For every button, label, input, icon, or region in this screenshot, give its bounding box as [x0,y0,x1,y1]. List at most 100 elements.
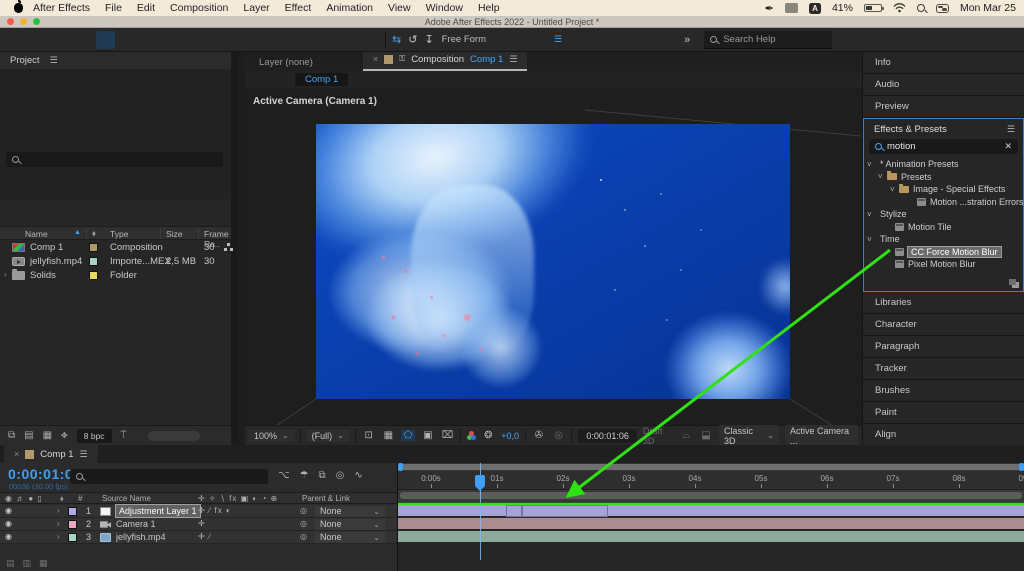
close-tab-icon[interactable]: × [14,449,19,459]
project-search-input[interactable] [24,155,217,165]
sort-arrow-icon[interactable]: ▲ [74,229,81,236]
magnification-select[interactable]: 100%⌄ [249,430,294,442]
layer-color-swatch[interactable] [68,507,77,516]
tree-caret-icon[interactable]: ˅ [867,210,876,219]
jellyfish.mp4[interactable] [398,530,1024,543]
show-snapshot-icon[interactable]: ◎ [552,430,566,441]
view-axis-mode-icon[interactable]: ↧ [424,33,433,46]
layer-viewer-tab[interactable]: Layer (none) [245,57,327,71]
disclosure-triangle-icon[interactable]: › [4,270,7,279]
effects-tree-item[interactable]: ˅ Image - Special Effects [864,183,1023,196]
label-column-icon[interactable]: ⬧ [60,494,64,504]
effect-name[interactable]: Motion ...stration Errors [930,197,1023,207]
effects-tree-item[interactable]: ˅ * Animation Presets [864,158,1023,171]
timeline-search-box[interactable] [70,469,268,484]
clear-search-icon[interactable]: ✕ [1004,141,1012,152]
layer-visibility-icon[interactable]: ◉ [5,519,12,528]
layer-disclosure-icon[interactable]: › [57,506,60,515]
rotation-tool[interactable] [162,31,181,49]
zoom-tool[interactable] [74,31,93,49]
label-color-swatch[interactable] [89,243,98,252]
parent-pickwhip-icon[interactable]: ◎ [300,519,307,528]
type-tool[interactable] [250,31,269,49]
new-folder-icon[interactable]: ▤ [24,430,33,441]
project-panel-header[interactable]: Project ☰ [0,52,231,69]
item-name[interactable]: jellyfish.mp4 [30,256,82,267]
menu-item[interactable]: Help [478,2,500,14]
layer-switches[interactable]: ✛ ∕ fx ◐ [198,506,232,515]
sidebar-panel-tab[interactable]: Audio [863,74,1024,96]
parent-pickwhip-icon[interactable]: ◎ [300,506,307,515]
interpret-footage-icon[interactable]: ⧉ [8,430,15,441]
project-search-box[interactable] [6,152,223,167]
show-channel-icon[interactable] [467,431,475,440]
menu-item[interactable]: Composition [170,2,228,14]
draft-3d-toggle[interactable]: Draft 3D [643,426,674,446]
switches-column-icons[interactable]: ✛ ✧ ∖ fx ▣ ◐ ◔ ⊕ [198,494,278,503]
sidebar-panel-tab[interactable]: Libraries [863,292,1024,314]
Adjustment Layer 1[interactable] [398,504,1024,517]
tree-caret-icon[interactable]: ˅ [867,235,876,244]
work-area-bar[interactable] [398,490,1024,502]
menu-item[interactable]: Effect [285,2,312,14]
Camera 1[interactable] [398,517,1024,530]
effects-tree-item[interactable]: ˅ Time [864,233,1023,246]
column-parent-link[interactable]: Parent & Link [302,494,350,503]
effect-name[interactable]: CC Force Motion Blur [908,247,1001,257]
av-features-icons[interactable]: ◉ ♬ ● ▯ [5,494,43,503]
more-workspaces-chevron[interactable]: » [684,34,690,46]
eraser-tool[interactable] [316,31,335,49]
choose-grid-guides-icon[interactable]: ⊡ [362,430,376,441]
frame-blending-icon[interactable]: ⧉ [319,470,326,481]
layer-disclosure-icon[interactable]: › [57,519,60,528]
tree-caret-icon[interactable]: ˅ [867,160,876,169]
exposure-value[interactable]: +0,0 [501,431,519,441]
menu-item[interactable]: Edit [137,2,155,14]
wifi-icon[interactable] [893,3,906,13]
help-search-box[interactable] [704,31,832,49]
control-center-icon[interactable] [936,4,949,13]
playhead-handle[interactable] [475,475,485,486]
transparency-grid-icon[interactable]: ▦ [382,430,396,441]
local-axis-mode-icon[interactable]: ⇆ [392,33,401,46]
apple-menu-icon[interactable] [14,3,23,13]
column-name[interactable]: Name [25,229,48,239]
mini-flowchart-icon[interactable]: ⌥ [278,470,290,481]
item-name[interactable]: Solids [30,270,56,281]
parent-select[interactable]: None⌄ [315,506,385,517]
new-preset-icon[interactable] [1009,279,1019,288]
time-ruler[interactable]: 0:00s01s02s03s04s05s06s07s08s09s [398,471,1024,490]
effects-tree-item[interactable]: ˅ Presets [864,171,1023,184]
sidebar-panel-tab[interactable]: Tracker [863,358,1024,380]
roto-brush-tool[interactable] [338,31,357,49]
pen-status-icon[interactable]: ✒ [765,2,774,15]
menu-item[interactable]: File [105,2,122,14]
workspace-tab[interactable] [546,34,562,45]
panel-menu-icon[interactable]: ☰ [80,449,88,460]
sidebar-panel-tab[interactable]: Align [863,424,1024,446]
pan-camera-tool[interactable] [118,31,137,49]
jellyfish.mp4[interactable]: jellyfish.mp4 Importe...MEX 2,5 MB 30 [0,255,231,269]
column-size[interactable]: Size [166,229,183,239]
effects-search-input[interactable] [887,141,999,152]
layer-visibility-icon[interactable]: ◉ [5,532,12,541]
lock-icon[interactable]: ⚿ [399,54,405,64]
effects-tree-item[interactable]: Motion Tile [864,221,1023,234]
camera-select[interactable]: Active Camera ... [785,425,858,447]
menu-item[interactable]: Layer [243,2,269,14]
layer-name[interactable]: Camera 1 [116,519,156,529]
layer-name[interactable]: jellyfish.mp4 [116,532,166,542]
parent-select[interactable]: None⌄ [315,519,385,530]
brush-tool[interactable] [272,31,291,49]
delete-icon[interactable]: ⍑ [121,430,127,441]
layer-duration-bar[interactable] [398,518,1024,529]
take-snapshot-icon[interactable]: ✇ [532,430,546,441]
effects-tree-item[interactable]: Motion ...stration Errors [864,196,1023,209]
expand-layers-icon[interactable]: ▤ [6,558,15,569]
graph-icon[interactable]: ▦ [39,558,48,569]
sidebar-panel-tab[interactable]: Preview [863,96,1024,118]
column-number[interactable]: # [78,494,82,503]
timeline-navigator-bar[interactable] [398,463,1024,471]
world-axis-mode-icon[interactable]: ↺ [408,33,417,46]
layer-disclosure-icon[interactable]: › [57,532,60,541]
